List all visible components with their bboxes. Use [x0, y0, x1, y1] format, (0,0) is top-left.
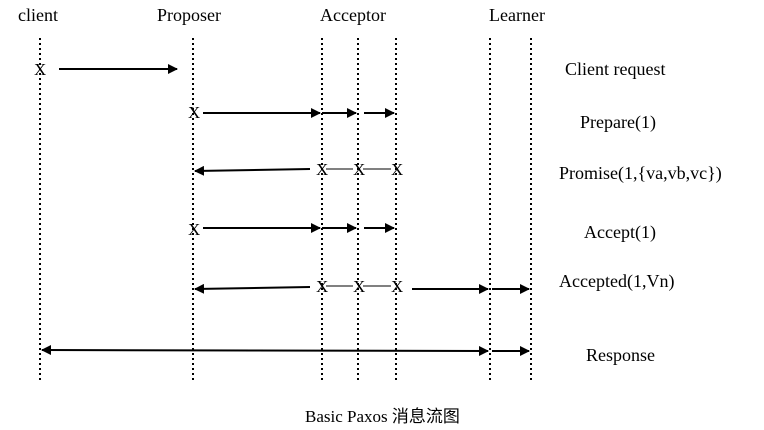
- label-response: Response: [586, 345, 655, 365]
- arrow-response-client-to-learner-1: [41, 345, 489, 356]
- event-marker-prepare: X: [188, 103, 200, 122]
- label-accept: Accept(1): [584, 222, 656, 243]
- role-learner: Learner: [489, 5, 545, 25]
- label-accepted: Accepted(1,Vn): [559, 271, 674, 292]
- arrow-promise-to-proposer: [194, 165, 311, 176]
- event-marker-accepted-acceptor-2: X: [353, 277, 365, 296]
- event-marker-accepted-acceptor-1: X: [316, 277, 328, 296]
- label-prepare: Prepare(1): [580, 112, 656, 133]
- event-marker-promise-acceptor-1: X: [316, 160, 328, 179]
- event-marker-accepted-acceptor-3: X: [391, 277, 403, 296]
- arrow-accepted-to-proposer: [194, 283, 311, 294]
- event-marker-client-request: X: [34, 60, 46, 79]
- event-marker-promise-acceptor-2: X: [353, 160, 365, 179]
- role-proposer: Proposer: [157, 5, 221, 25]
- event-marker-accept: X: [188, 220, 200, 239]
- role-client: client: [18, 5, 58, 25]
- event-marker-promise-acceptor-3: X: [391, 160, 403, 179]
- basic-paxos-sequence-diagram: client Proposer Acceptor Learner X X X X…: [18, 5, 722, 426]
- figure-caption: Basic Paxos 消息流图: [305, 407, 460, 426]
- role-acceptor: Acceptor: [320, 5, 386, 25]
- label-promise: Promise(1,{va,vb,vc}): [559, 163, 722, 184]
- label-client-request: Client request: [565, 59, 665, 79]
